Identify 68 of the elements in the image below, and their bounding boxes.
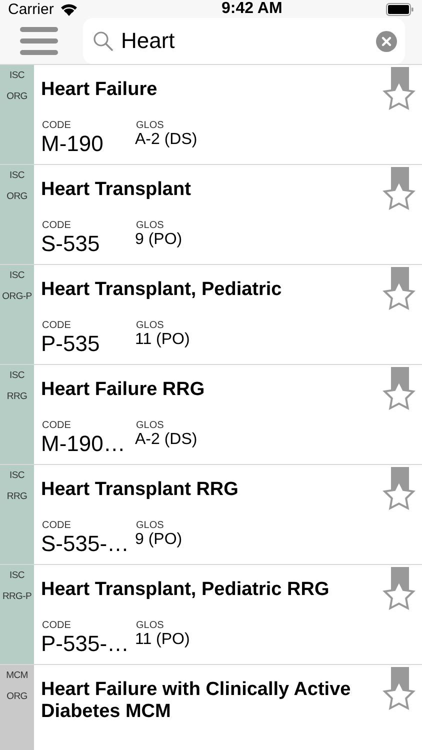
code-value: P-535: [41, 331, 101, 357]
result-title: Heart Failure with Clinically Active Diabetes MCM: [41, 679, 352, 723]
code-value: P-535-…: [41, 631, 130, 657]
glos-value: 11 (PO): [135, 331, 191, 349]
glos-label: GLOS: [136, 220, 165, 231]
glos-value: A-2 (DS): [135, 131, 198, 149]
search-field[interactable]: Heart: [83, 18, 405, 64]
code-label: CODE: [42, 520, 72, 531]
battery-icon: [386, 2, 414, 16]
result-row[interactable]: MCM ORG Heart Failure with Clinically Active Diabetes MCM: [0, 665, 422, 750]
bookmark-star-icon[interactable]: [381, 567, 417, 611]
glos-label: GLOS: [136, 420, 165, 431]
carrier-label: Carrier: [8, 0, 54, 18]
bookmark-star-icon[interactable]: [381, 67, 417, 111]
bookmark-star-icon[interactable]: [381, 267, 417, 311]
result-row[interactable]: ISC ORG Heart Failure CODE M-190 GLOS A-2 (DS): [0, 65, 422, 165]
result-title: Heart Failure: [41, 79, 158, 101]
category-tag: ISC: [10, 370, 24, 381]
code-label: CODE: [42, 320, 72, 331]
result-title: Heart Transplant RRG: [41, 479, 240, 501]
clock-time: 9:42 AM: [222, 0, 282, 18]
code-label: CODE: [42, 120, 72, 131]
code-value: S-535: [41, 231, 101, 257]
code-label: CODE: [42, 620, 72, 631]
glos-value: 9 (PO): [135, 231, 184, 249]
code-label: CODE: [42, 420, 72, 431]
category-tag: ORG-P: [2, 291, 32, 302]
clear-icon[interactable]: [376, 30, 397, 52]
category-tag: RRG-P: [2, 591, 32, 602]
category-tag: ISC: [10, 270, 24, 281]
category-tag: ORG: [6, 691, 28, 702]
glos-label: GLOS: [136, 320, 165, 331]
wifi-icon: [60, 2, 78, 16]
result-row[interactable]: ISC RRG Heart Transplant RRG CODE S-535-… GLOS 9 (PO): [0, 465, 422, 565]
category-tag: ORG: [6, 191, 28, 202]
code-value: S-535-…: [41, 531, 130, 557]
category-tag: ORG: [6, 91, 28, 102]
menu-icon[interactable]: [20, 27, 58, 55]
glos-value: A-2 (DS): [135, 431, 198, 449]
result-title: Heart Transplant: [41, 179, 192, 201]
category-tag: RRG: [6, 491, 28, 502]
search-icon: [93, 31, 113, 51]
bookmark-star-icon[interactable]: [381, 167, 417, 211]
category-tag: RRG: [6, 391, 28, 402]
glos-label: GLOS: [136, 520, 165, 531]
result-title: Heart Transplant, Pediatric: [41, 279, 283, 301]
glos-value: 11 (PO): [135, 631, 191, 649]
code-value: M-190…: [41, 431, 126, 457]
result-row[interactable]: ISC RRG-P Heart Transplant, Pediatric RRG CODE P-535-… GLOS 11 (PO): [0, 565, 422, 665]
code-value: M-190: [41, 131, 104, 157]
code-label: CODE: [42, 220, 72, 231]
bookmark-star-icon[interactable]: [381, 367, 417, 411]
result-title: Heart Failure RRG: [41, 379, 206, 401]
category-tag: ISC: [10, 570, 24, 581]
result-row[interactable]: ISC ORG Heart Transplant CODE S-535 GLOS 9 (PO): [0, 165, 422, 265]
result-row[interactable]: ISC RRG Heart Failure RRG CODE M-190… GLOS A-2 (DS): [0, 365, 422, 465]
bookmark-star-icon[interactable]: [381, 467, 417, 511]
category-tag: ISC: [10, 470, 24, 481]
category-tag: MCM: [6, 670, 28, 681]
result-title: Heart Transplant, Pediatric RRG: [41, 579, 330, 601]
search-input[interactable]: Heart: [121, 28, 368, 54]
category-tag: ISC: [10, 170, 24, 181]
bookmark-star-icon[interactable]: [381, 667, 417, 711]
glos-label: GLOS: [136, 620, 165, 631]
result-row[interactable]: ISC ORG-P Heart Transplant, Pediatric CODE P-535 GLOS 11 (PO): [0, 265, 422, 365]
glos-value: 9 (PO): [135, 531, 184, 549]
category-tag: ISC: [10, 70, 24, 81]
glos-label: GLOS: [136, 120, 165, 131]
